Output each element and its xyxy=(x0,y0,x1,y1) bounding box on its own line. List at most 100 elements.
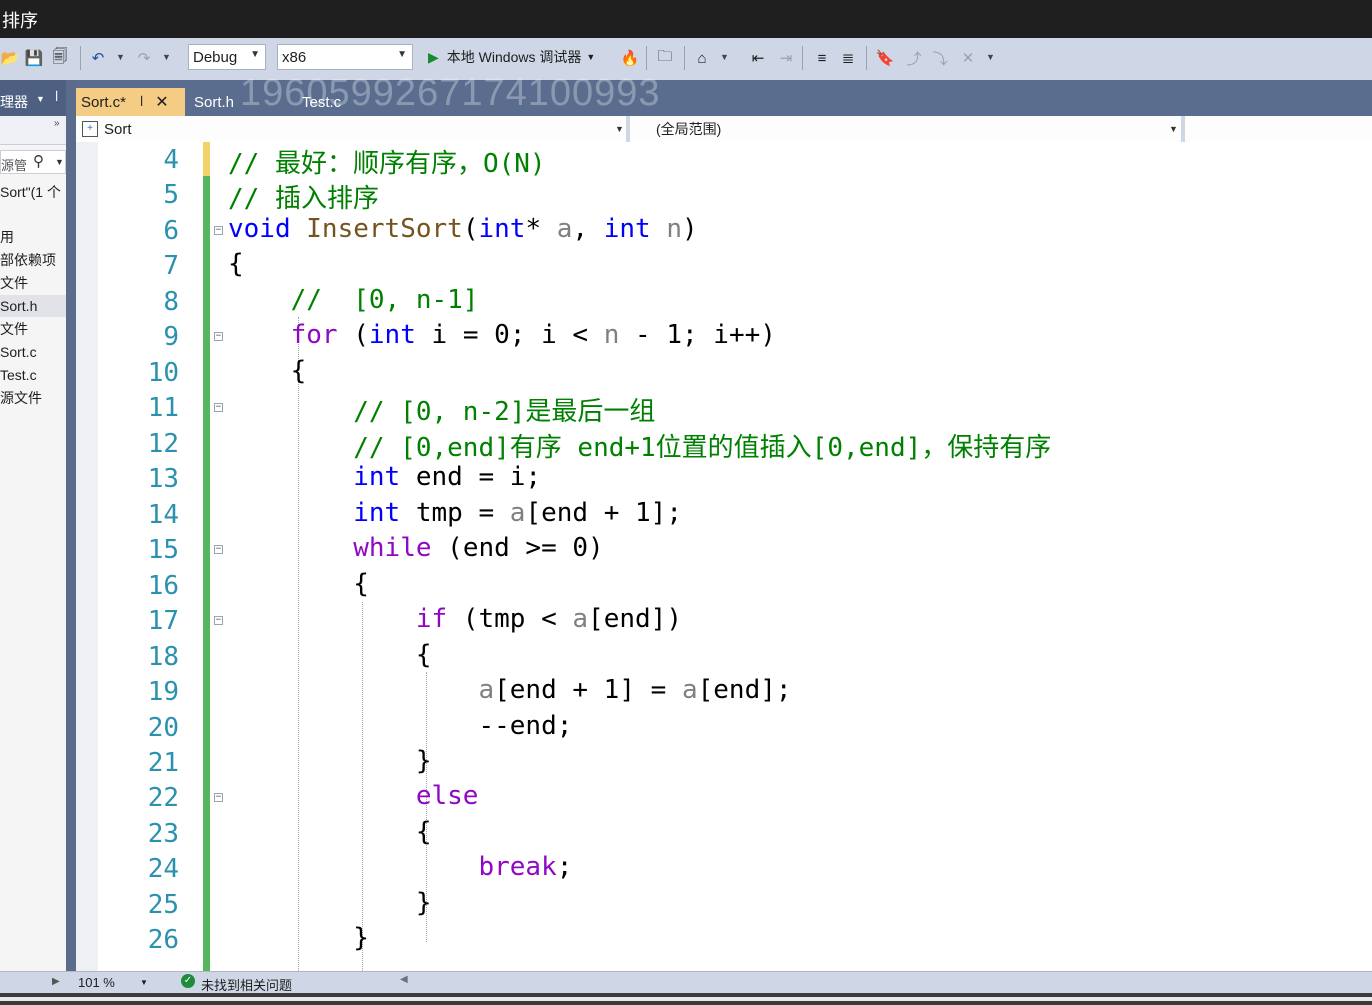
scroll-right-icon[interactable]: ▶ xyxy=(52,976,60,987)
platform-select[interactable]: x86 ▼ xyxy=(277,44,413,70)
collapse-icon[interactable]: − xyxy=(214,226,223,235)
line-number: 7 xyxy=(163,251,179,281)
scrollbar-track[interactable] xyxy=(0,997,1372,1001)
pin-icon[interactable]: ꟾ xyxy=(140,96,143,109)
document-tab-bar: Sort.c* ꟾ ✕ Sort.h Test.c xyxy=(76,80,1372,116)
save-all-icon[interactable]: 🗐 xyxy=(50,48,70,68)
dropdown-icon[interactable]: ▼ xyxy=(720,52,729,62)
code-token: // [0,end]有序 end+1位置的值插入[0,end]，保持有序 xyxy=(228,433,1052,463)
indent-icon[interactable]: ⇥ xyxy=(776,48,796,68)
collapse-icon[interactable]: − xyxy=(214,793,223,802)
issues-status[interactable]: 未找到相关问题 xyxy=(201,975,292,994)
pin-icon[interactable]: ꟾ xyxy=(55,91,58,104)
code-line: 17 − if (tmp < a[end]) xyxy=(76,603,1372,638)
tree-item-solution[interactable]: Sort"(1 个 xyxy=(0,181,66,203)
line-number: 24 xyxy=(147,854,179,884)
tree-item-sort-h[interactable]: Sort.h xyxy=(0,295,66,317)
undo-dropdown-icon[interactable]: ▼ xyxy=(116,52,125,62)
code-text: a[end + 1] = a[end]; xyxy=(478,675,792,705)
editor-status-bar: ▶ 101 % ▼ ✓ 未找到相关问题 ◀ xyxy=(0,971,1372,994)
start-debugging-button[interactable]: ▶ 本地 Windows 调试器 ▼ xyxy=(428,44,595,70)
overflow-icon[interactable]: » xyxy=(54,118,60,129)
previous-bookmark-icon[interactable]: ⤴ xyxy=(904,48,924,68)
collapse-icon[interactable]: − xyxy=(214,332,223,341)
code-line: 20 --end; xyxy=(76,710,1372,745)
search-icon[interactable]: ⚲ xyxy=(33,152,44,170)
undo-icon[interactable]: ↶ xyxy=(88,48,108,68)
start-debugging-label: 本地 Windows 调试器 xyxy=(446,49,582,65)
code-editor[interactable]: 4 // 最好：顺序有序，O(N) 5 // 插入排序 6 − void Ins… xyxy=(76,142,1372,971)
browse-folder-icon[interactable]: 🗀 xyxy=(655,48,675,68)
code-text: if (tmp < a[end]) xyxy=(415,604,682,634)
uncomment-lines-icon[interactable]: ≣ xyxy=(838,48,858,68)
zoom-level[interactable]: 101 % xyxy=(78,975,115,990)
chevron-down-icon[interactable]: ▼ xyxy=(140,978,148,987)
code-text: } xyxy=(228,746,432,776)
clear-bookmarks-icon[interactable]: ✕ xyxy=(958,48,978,68)
tree-item-header-files[interactable]: 文件 xyxy=(0,272,66,294)
line-number: 8 xyxy=(163,287,179,317)
solution-explorer-header: 理器 ▼ ꟾ xyxy=(0,80,66,116)
horizontal-scrollbar[interactable] xyxy=(0,993,1372,1005)
tab-label: Sort.h xyxy=(194,93,235,111)
comment-lines-icon[interactable]: ≡ xyxy=(812,48,832,68)
toolbar-options-icon[interactable]: ▼ xyxy=(986,52,995,62)
code-token: // 最好：顺序有序，O(N) xyxy=(228,149,546,179)
play-icon: ▶ xyxy=(428,48,439,65)
open-folder-icon[interactable]: 📂 xyxy=(0,48,20,68)
chevron-down-icon: ▼ xyxy=(1169,124,1178,134)
tab-sort-h[interactable]: Sort.h xyxy=(194,88,234,116)
code-text: break; xyxy=(478,852,573,882)
code-text: while (end >= 0) xyxy=(353,533,604,563)
line-number: 4 xyxy=(163,145,179,175)
tab-test-c[interactable]: Test.c xyxy=(302,88,341,116)
nav-separator xyxy=(1181,116,1185,142)
window-title: 排序 xyxy=(2,11,38,32)
code-line: 25 } xyxy=(76,887,1372,922)
code-text: // 插入排序 xyxy=(228,178,379,215)
redo-icon[interactable]: ↷ xyxy=(134,48,154,68)
tab-sort-c[interactable]: Sort.c* ꟾ ✕ xyxy=(76,88,185,116)
next-bookmark-icon[interactable]: ⤵ xyxy=(930,48,950,68)
project-dropdown[interactable]: + Sort ▼ xyxy=(76,116,624,142)
tree-item-sort-c[interactable]: Sort.c xyxy=(0,341,66,363)
solution-explorer-icon[interactable]: ⌂ xyxy=(692,48,712,68)
panel-splitter[interactable] xyxy=(66,80,76,974)
solution-explorer-search[interactable]: 源管 ⚲ ▼ xyxy=(0,150,66,174)
code-text: { xyxy=(228,249,244,279)
title-bar: 排序 xyxy=(0,0,1372,38)
code-text: { xyxy=(228,817,432,847)
bookmark-icon[interactable]: 🔖 xyxy=(875,48,895,68)
chevron-down-icon: ▼ xyxy=(250,49,260,60)
code-token: // [0, n-1] xyxy=(228,285,479,315)
collapse-icon[interactable]: − xyxy=(214,545,223,554)
code-line: 13 int end = i; xyxy=(76,461,1372,496)
chevron-down-icon[interactable]: ▼ xyxy=(36,94,45,104)
toolbar-separator xyxy=(80,46,81,70)
code-line: 8 // [0, n-1] xyxy=(76,284,1372,319)
scroll-left-icon[interactable]: ◀ xyxy=(400,974,408,985)
code-line: 5 // 插入排序 xyxy=(76,177,1372,215)
collapse-icon[interactable]: − xyxy=(214,616,223,625)
hot-reload-icon[interactable]: 🔥 xyxy=(620,48,640,68)
redo-dropdown-icon[interactable]: ▼ xyxy=(162,52,171,62)
line-number: 16 xyxy=(147,571,179,601)
code-token: // 插入排序 xyxy=(228,184,379,214)
chevron-down-icon[interactable]: ▼ xyxy=(55,157,64,167)
line-number: 9 xyxy=(163,322,179,352)
tab-label: Test.c xyxy=(302,93,342,111)
scope-dropdown[interactable]: (全局范围) ▼ xyxy=(656,116,1178,142)
tree-item-source-files[interactable]: 文件 xyxy=(0,318,66,340)
configuration-select[interactable]: Debug ▼ xyxy=(188,44,266,70)
toolbar: 📂 💾 🗐 ↶ ▼ ↷ ▼ Debug ▼ x86 ▼ ▶ 本地 Windows… xyxy=(0,38,1372,81)
tree-item-test-c[interactable]: Test.c xyxy=(0,364,66,386)
tree-item-resource-files[interactable]: 源文件 xyxy=(0,387,66,409)
close-icon[interactable]: ✕ xyxy=(155,92,168,112)
tree-item-external-dependencies[interactable]: 部依赖项 xyxy=(0,249,66,271)
tree-item-references[interactable]: 用 xyxy=(0,226,66,248)
outdent-icon[interactable]: ⇤ xyxy=(748,48,768,68)
solution-explorer-toolbar: » xyxy=(0,116,66,145)
save-icon[interactable]: 💾 xyxy=(24,48,44,68)
collapse-icon[interactable]: − xyxy=(214,403,223,412)
code-line: 15 − while (end >= 0) xyxy=(76,532,1372,567)
